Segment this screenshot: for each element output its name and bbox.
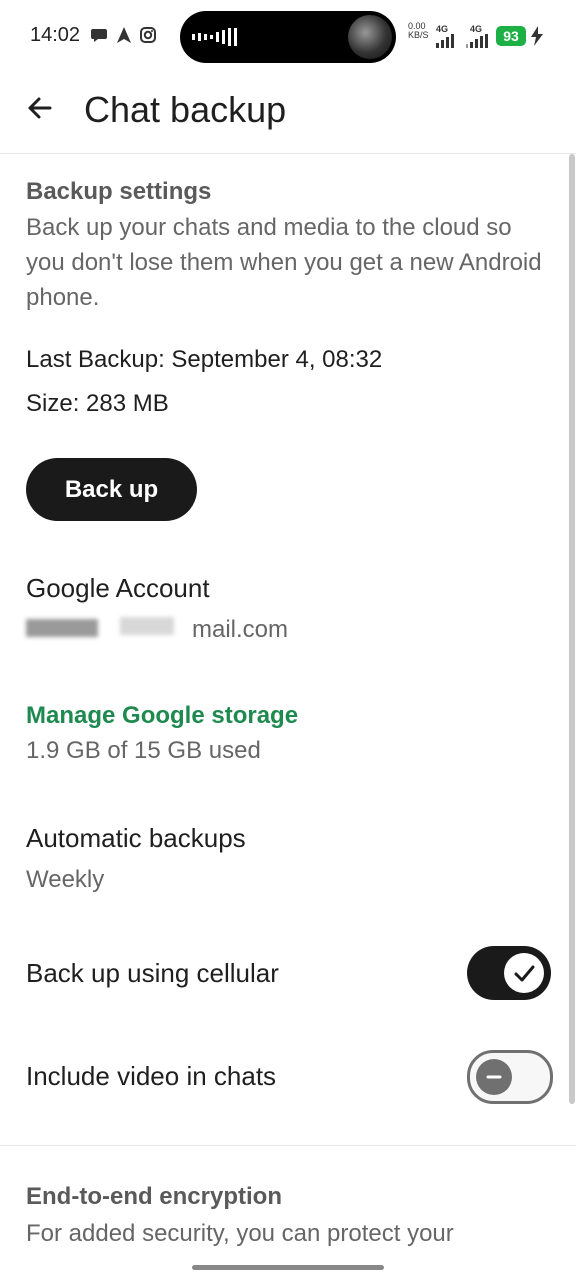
manage-google-storage-link[interactable]: Manage Google storage xyxy=(26,702,298,730)
navigation-arrow-icon xyxy=(117,27,131,43)
signal-1-icon xyxy=(436,34,454,48)
battery-level: 93 xyxy=(496,26,526,46)
automatic-backups-value: Weekly xyxy=(26,866,105,893)
backup-cellular-label: Back up using cellular xyxy=(26,958,279,988)
chat-bubble-icon xyxy=(91,29,107,42)
include-video-label: Include video in chats xyxy=(26,1061,277,1091)
network-2: 4G xyxy=(466,24,488,50)
encryption-description: For added security, you can protect your xyxy=(26,1220,454,1247)
network-1: 4G xyxy=(436,24,454,50)
app-bar-divider xyxy=(0,153,576,154)
backup-size-text: Size: 283 MB xyxy=(26,390,169,417)
google-account-label: Google Account xyxy=(26,573,210,603)
home-indicator[interactable] xyxy=(192,1265,384,1270)
sound-wave-icon xyxy=(192,28,237,46)
network-1-label: 4G xyxy=(436,24,449,34)
net-speed: 0.00 KB/S xyxy=(408,22,429,40)
back-up-button[interactable]: Back up xyxy=(26,458,197,521)
back-button[interactable] xyxy=(20,88,60,128)
status-bar: 14:02 0.00 KB/S 4G 4G 93 xyxy=(0,0,576,72)
automatic-backups-label: Automatic backups xyxy=(26,823,246,853)
backup-cellular-toggle[interactable] xyxy=(467,946,551,1000)
storage-usage-text: 1.9 GB of 15 GB used xyxy=(26,737,261,764)
backup-settings-title: Backup settings xyxy=(26,178,212,205)
backup-settings-description: Back up your chats and media to the clou… xyxy=(26,214,542,311)
signal-2-icon xyxy=(466,34,488,48)
encryption-title: End-to-end encryption xyxy=(26,1183,282,1210)
section-divider xyxy=(0,1145,576,1146)
last-backup-text: Last Backup: September 4, 08:32 xyxy=(26,346,383,373)
toggle-knob xyxy=(504,953,544,993)
network-2-label: 4G xyxy=(470,24,483,34)
email-redacted-part-2 xyxy=(120,617,174,635)
charging-bolt-icon xyxy=(531,26,543,46)
net-speed-unit: KB/S xyxy=(408,30,429,40)
check-icon xyxy=(514,965,535,982)
email-visible-suffix: mail.com xyxy=(192,616,289,643)
minus-icon xyxy=(486,1075,502,1079)
media-thumbnail-avatar[interactable] xyxy=(348,15,392,59)
toggle-knob xyxy=(476,1059,512,1095)
include-video-toggle[interactable] xyxy=(467,1050,553,1104)
status-time: 14:02 xyxy=(30,24,81,46)
dynamic-island xyxy=(180,11,396,63)
arrow-back-icon xyxy=(28,97,52,119)
scrollbar[interactable] xyxy=(569,154,575,1104)
page-title: Chat backup xyxy=(84,89,287,130)
email-redacted-part-1 xyxy=(26,619,98,637)
instagram-icon xyxy=(140,27,156,43)
